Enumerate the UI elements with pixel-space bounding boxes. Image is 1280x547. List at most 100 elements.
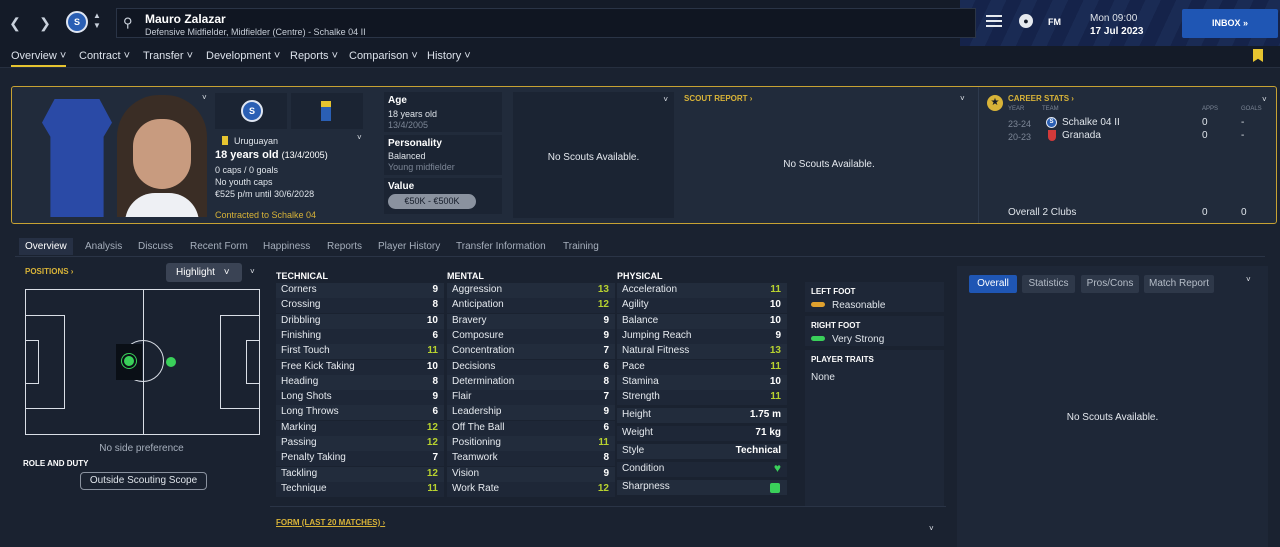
divider xyxy=(978,87,979,223)
position-dot-mc[interactable] xyxy=(166,357,176,367)
bookmark-icon[interactable] xyxy=(1253,49,1263,62)
mental-attribute-row: Bravery 9 xyxy=(447,313,615,329)
fm-logo[interactable]: FM xyxy=(1048,17,1061,27)
attribute-value: 11 xyxy=(770,360,781,372)
technical-attribute-row: Crossing 8 xyxy=(276,298,444,314)
mental-title: MENTAL xyxy=(447,271,484,281)
mental-attribute-row: Positioning 11 xyxy=(447,436,615,451)
attribute-value: 6 xyxy=(603,360,609,372)
tab-statistics[interactable]: Statistics xyxy=(1022,275,1075,293)
positions-link[interactable]: POSITIONS › xyxy=(25,267,73,276)
physical-attribute-row: Agility 10 xyxy=(617,298,787,314)
search-bar[interactable]: ⚲ Mauro Zalazar Defensive Midfielder, Mi… xyxy=(116,8,976,38)
menu-contract[interactable]: Contract ˅ xyxy=(79,50,130,62)
inbox-button[interactable]: INBOX » xyxy=(1182,9,1278,38)
physical-attribute-row: Jumping Reach 9 xyxy=(617,328,787,344)
career-team: Granada xyxy=(1062,130,1101,141)
tab-match-report[interactable]: Match Report xyxy=(1144,275,1214,293)
col-team: TEAM xyxy=(1042,106,1059,112)
nation-badge-card[interactable] xyxy=(291,93,363,129)
attribute-name: Tackling xyxy=(281,467,318,479)
tab-transfer-information[interactable]: Transfer Information xyxy=(456,241,546,252)
tab-player-history[interactable]: Player History xyxy=(378,241,440,252)
attribute-name: Crossing xyxy=(281,299,321,311)
club-switch-icon[interactable]: ▲ ▼ xyxy=(93,11,101,31)
attribute-value: 10 xyxy=(769,299,781,311)
technical-attribute-row: Corners 9 xyxy=(276,283,444,298)
value-range-badge: €50K - €500K xyxy=(388,194,476,209)
form-link[interactable]: FORM (LAST 20 MATCHES) › xyxy=(276,518,385,527)
attribute-name: Acceleration xyxy=(622,284,678,295)
ball-icon[interactable]: ● xyxy=(1019,14,1033,28)
attribute-value: 12 xyxy=(597,482,609,494)
back-icon[interactable]: ❮ xyxy=(6,12,24,34)
player-position: Defensive Midfielder, Midfielder (Centre… xyxy=(145,27,366,37)
mental-attribute-row: Aggression 13 xyxy=(447,283,615,298)
left-foot-title: LEFT FOOT xyxy=(811,287,856,296)
menu-history[interactable]: History ˅ xyxy=(427,50,471,62)
mental-attribute-row: Vision 9 xyxy=(447,466,615,482)
menu-overview[interactable]: Overview ˅ xyxy=(11,50,67,67)
club-badge-card[interactable]: S xyxy=(215,93,287,129)
traits-title: PLAYER TRAITS xyxy=(811,355,874,364)
highlight-dropdown[interactable]: Highlight ˅ xyxy=(166,263,242,282)
menu-transfer[interactable]: Transfer ˅ xyxy=(143,50,193,62)
technical-attribute-row: Passing 12 xyxy=(276,436,444,451)
career-stats-link[interactable]: CAREER STATS › xyxy=(1008,94,1074,103)
positions-panel: POSITIONS › Highlight ˅ ˅ No side prefer… xyxy=(15,259,268,547)
tab-reports[interactable]: Reports xyxy=(327,241,362,252)
attribute-value: 8 xyxy=(603,375,609,387)
attribute-name: Marking xyxy=(281,421,317,433)
attribute-name: Natural Fitness xyxy=(622,345,690,357)
tab-overall[interactable]: Overall xyxy=(969,275,1017,293)
club-crest-icon[interactable]: S xyxy=(66,11,88,33)
tab-pros-cons[interactable]: Pros/Cons xyxy=(1081,275,1139,293)
menu-reports[interactable]: Reports ˅ xyxy=(290,50,338,62)
chevron-down-icon[interactable]: ˅ xyxy=(929,524,934,533)
menu-label: Transfer xyxy=(143,50,184,62)
tab-training[interactable]: Training xyxy=(563,241,599,252)
tab-overview[interactable]: Overview xyxy=(19,238,73,255)
technical-attribute-row: Finishing 6 xyxy=(276,328,444,344)
menu-development[interactable]: Development ˅ xyxy=(206,50,280,62)
attribute-name: Composure xyxy=(452,329,504,341)
tab-analysis[interactable]: Analysis xyxy=(85,241,122,252)
forward-icon[interactable]: ❯ xyxy=(36,12,54,34)
chevron-down-icon[interactable]: ˅ xyxy=(202,93,207,102)
mental-attribute-row: Off The Ball 6 xyxy=(447,420,615,436)
attribute-value: 8 xyxy=(603,452,609,464)
attribute-value: 8 xyxy=(432,375,438,387)
chevron-down-icon[interactable]: ˅ xyxy=(663,95,668,104)
col-apps: APPS xyxy=(1202,106,1219,112)
sharpness-row: Sharpness xyxy=(617,480,787,495)
chevron-down-icon[interactable]: ˅ xyxy=(960,94,965,103)
age-line: 18 years old (13/4/2005) xyxy=(215,149,328,161)
contract-club[interactable]: Contracted to Schalke 04 xyxy=(215,210,316,220)
attribute-name: Passing xyxy=(281,437,317,448)
tab-recent-form[interactable]: Recent Form xyxy=(190,241,248,252)
scout-report-link[interactable]: SCOUT REPORT › xyxy=(684,94,752,103)
menu-comparison[interactable]: Comparison ˅ xyxy=(349,50,418,62)
club-crest-icon: S xyxy=(1046,117,1057,128)
attribute-value: 10 xyxy=(769,314,781,326)
tab-happiness[interactable]: Happiness xyxy=(263,241,310,252)
chevron-down-icon[interactable]: ˅ xyxy=(1246,275,1251,284)
condition-label: Condition xyxy=(622,463,665,474)
menu-icon[interactable] xyxy=(986,15,1002,27)
height-value: 1.75 m xyxy=(749,409,781,420)
age-dob: 13/4/2005 xyxy=(388,120,429,130)
tab-discuss[interactable]: Discuss xyxy=(138,241,173,252)
mental-attribute-row: Anticipation 12 xyxy=(447,298,615,314)
attribute-value: 9 xyxy=(603,406,609,418)
scouting-scope-button[interactable]: Outside Scouting Scope xyxy=(80,472,207,490)
chevron-down-icon[interactable]: ˅ xyxy=(1262,95,1267,104)
age-label: Age xyxy=(388,95,407,106)
technical-attribute-row: Long Shots 9 xyxy=(276,390,444,406)
position-dot-dm[interactable] xyxy=(122,354,136,368)
age-card: Age 18 years old 13/4/2005 xyxy=(384,92,502,132)
technical-attribute-row: Technique 11 xyxy=(276,481,444,497)
attribute-value: 11 xyxy=(770,284,781,295)
chevron-down-icon[interactable]: ˅ xyxy=(357,133,362,142)
career-total-apps: 0 xyxy=(1202,207,1208,218)
chevron-down-icon[interactable]: ˅ xyxy=(250,267,255,276)
